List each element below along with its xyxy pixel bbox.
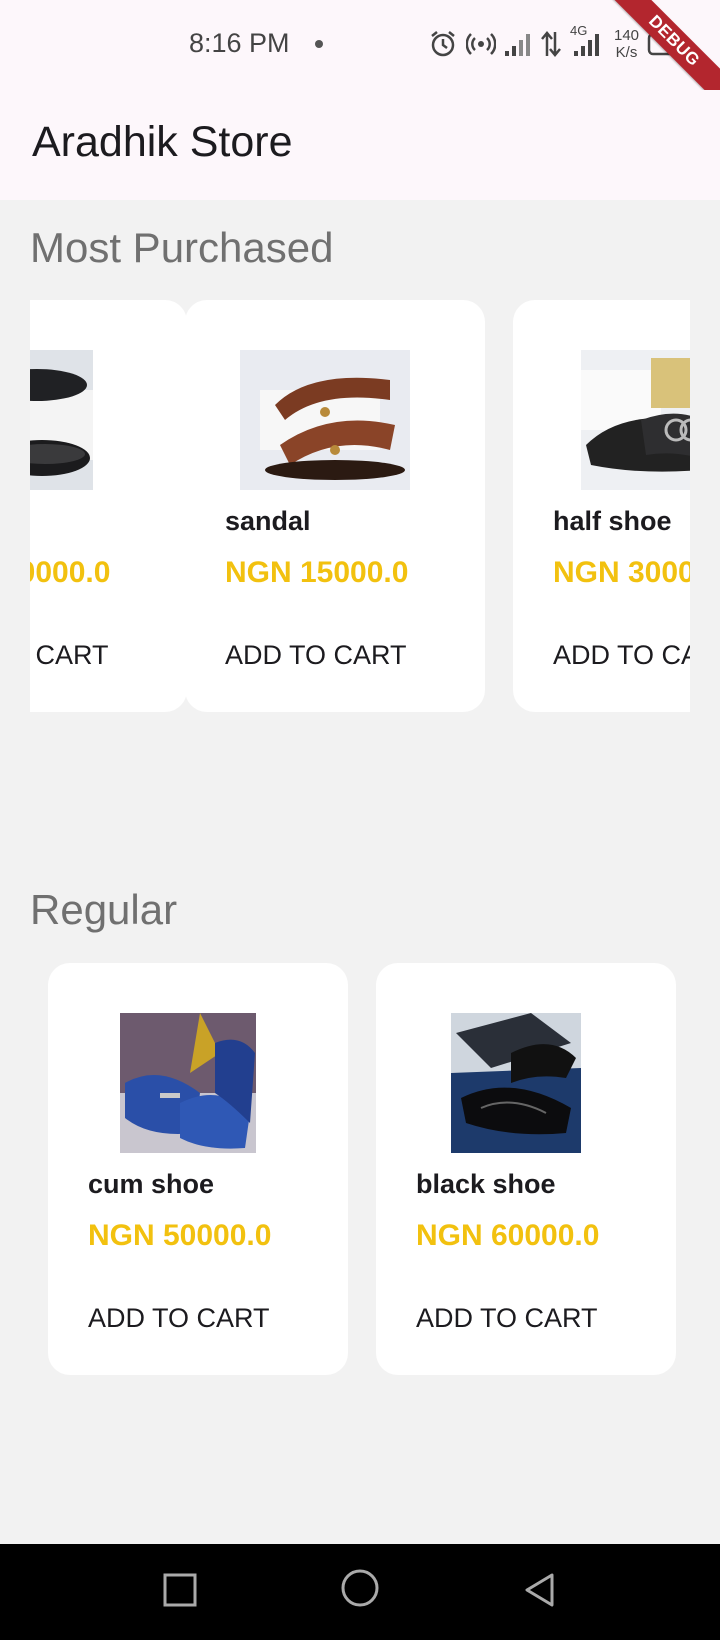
recents-square-icon[interactable] <box>162 1572 198 1608</box>
add-to-cart-button[interactable]: ADD TO CART <box>30 640 109 671</box>
net-speed: 140 K/s <box>614 27 639 61</box>
product-card[interactable]: sandal NGN 15000.0 ADD TO CART <box>185 300 485 712</box>
net-speed-value: 140 <box>614 27 640 44</box>
add-to-cart-button[interactable]: ADD TO CART <box>225 640 407 671</box>
most-purchased-list[interactable]: NGN 10000.0 ADD TO CART sandal NGN 15000… <box>30 300 690 714</box>
add-to-cart-button[interactable]: ADD TO CART <box>88 1303 270 1334</box>
product-image <box>120 1013 256 1153</box>
hotspot-icon <box>466 33 496 55</box>
signal-icon <box>505 34 530 56</box>
data-arrows-icon <box>541 31 561 57</box>
status-time: 8:16 PM <box>189 28 290 58</box>
app-bar: Aradhik Store <box>0 90 720 200</box>
product-name: cum shoe <box>88 1169 215 1199</box>
net-speed-unit: K/s <box>615 44 638 61</box>
network-type: 4G <box>570 23 588 38</box>
signal-4g-icon: 4G <box>570 23 606 59</box>
product-name: half shoe <box>553 506 672 536</box>
status-bar: 8:16 PM 4G 140 K/s DEBUG <box>0 0 720 114</box>
product-price: NGN 30000.0 <box>553 556 690 589</box>
product-card[interactable]: black shoe NGN 60000.0 ADD TO CART <box>376 963 676 1375</box>
product-price: NGN 50000.0 <box>88 1219 272 1252</box>
product-card[interactable]: NGN 10000.0 ADD TO CART <box>30 300 187 712</box>
alarm-icon <box>431 31 455 57</box>
product-image <box>30 350 93 490</box>
app-title: Aradhik Store <box>32 118 293 166</box>
system-nav-bar <box>0 1544 720 1640</box>
product-image <box>240 350 410 490</box>
product-card[interactable]: half shoe NGN 30000.0 ADD TO CART <box>513 300 690 712</box>
product-price: NGN 60000.0 <box>416 1219 600 1252</box>
product-image <box>581 350 690 490</box>
product-price: NGN 10000.0 <box>30 556 111 589</box>
back-triangle-icon[interactable] <box>522 1572 558 1608</box>
home-circle-icon[interactable] <box>340 1568 380 1608</box>
product-name: sandal <box>225 506 311 536</box>
product-name: black shoe <box>416 1169 556 1199</box>
add-to-cart-button[interactable]: ADD TO CART <box>416 1303 598 1334</box>
section-title-regular: Regular <box>30 886 178 933</box>
product-image <box>451 1013 581 1153</box>
notification-dot <box>315 40 323 48</box>
add-to-cart-button[interactable]: ADD TO CART <box>553 640 690 671</box>
product-price: NGN 15000.0 <box>225 556 409 589</box>
product-card[interactable]: cum shoe NGN 50000.0 ADD TO CART <box>48 963 348 1375</box>
section-title-most-purchased: Most Purchased <box>30 224 334 271</box>
